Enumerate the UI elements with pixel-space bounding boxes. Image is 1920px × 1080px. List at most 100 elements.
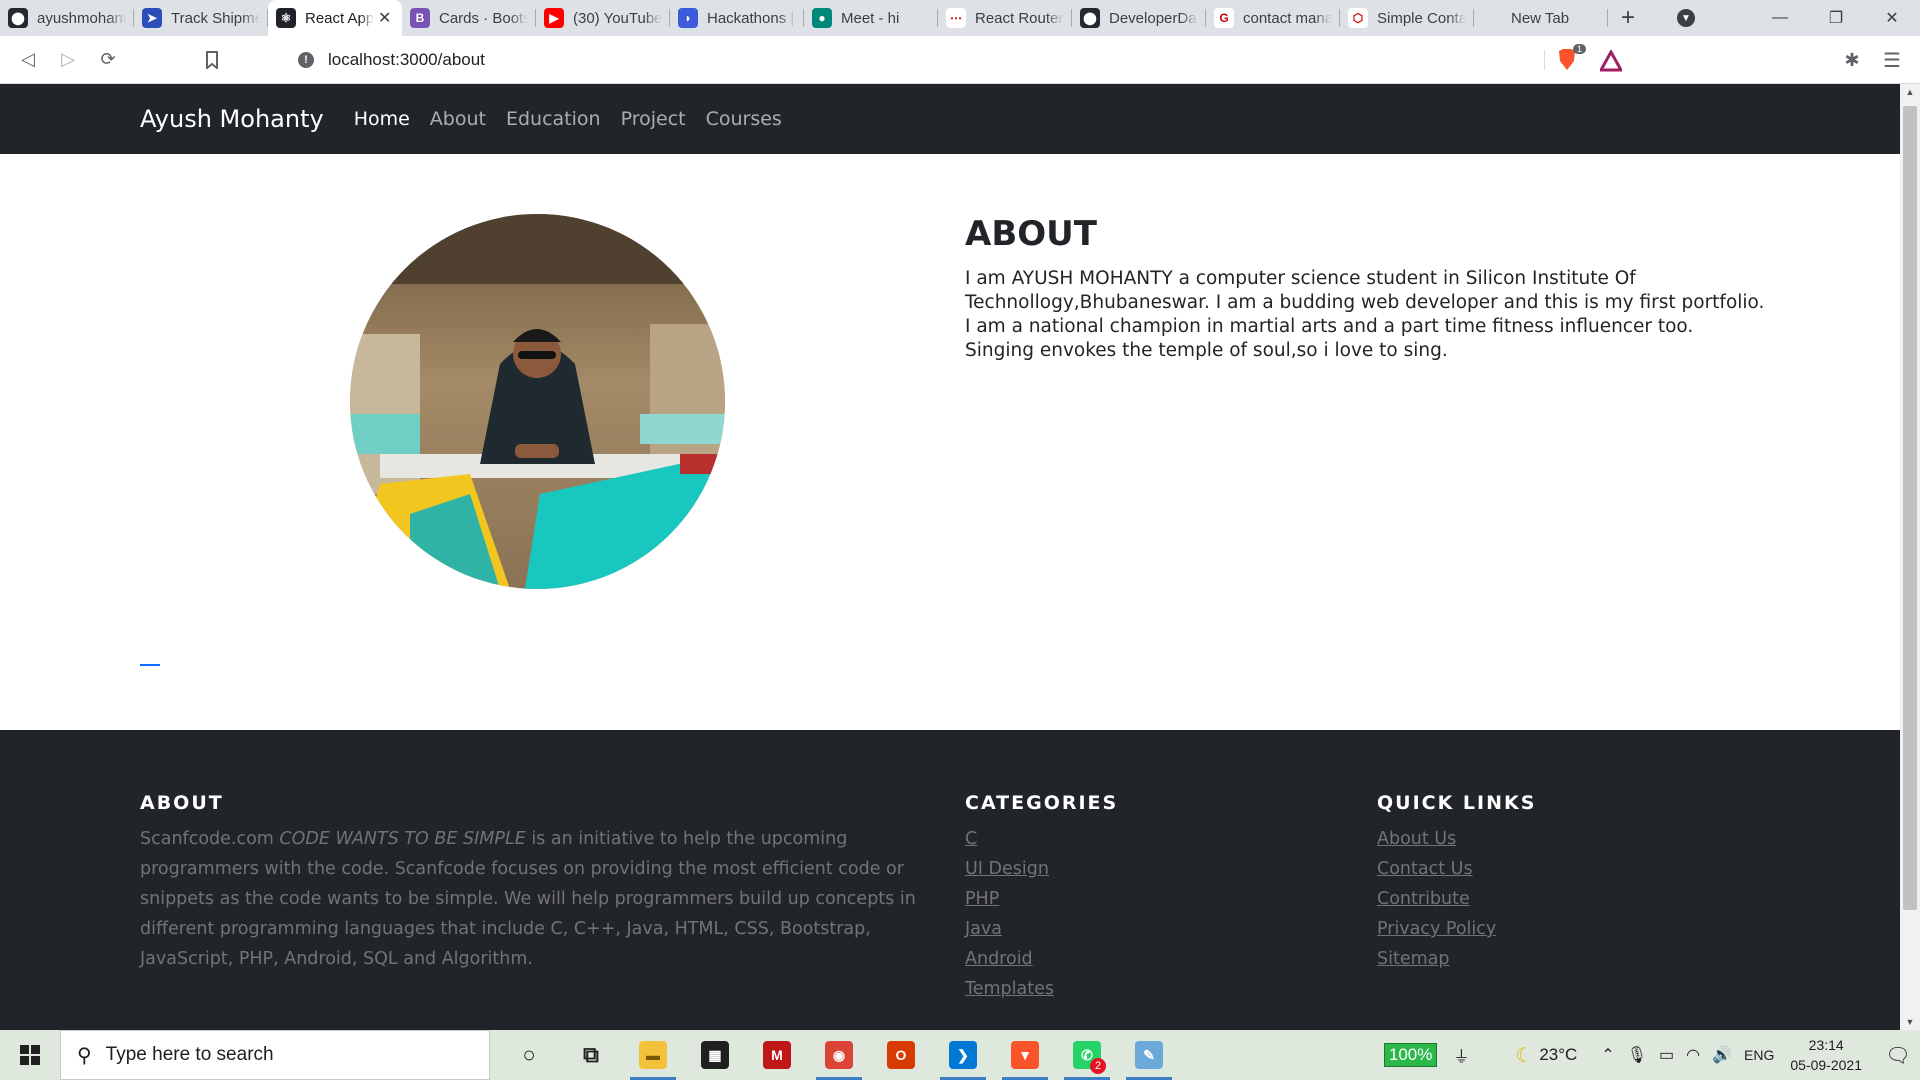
nav-link-project[interactable]: Project [621,108,686,130]
bookmark-button[interactable] [192,40,232,80]
brave-rewards-button[interactable] [1598,48,1624,72]
category-link-java[interactable]: Java [965,919,1002,939]
battery-icon[interactable]: ▭ [1659,1045,1674,1065]
microsoft-store-icon: ▦ [701,1041,729,1069]
taskbar-app-button[interactable]: ▬ [622,1030,684,1080]
taskbar-search-box[interactable]: ⚲ Type here to search [60,1030,490,1080]
footer-quicklinks-column: QUICK LINKS About Us Contact Us Contribute… [1377,792,1536,974]
browser-tab[interactable]: Gcontact mana [1206,0,1340,36]
bookmark-icon [206,50,218,69]
nav-link-home[interactable]: Home [354,108,410,130]
language-indicator[interactable]: ENG [1744,1047,1774,1063]
footer-about-column: ABOUT Scanfcode.com CODE WANTS TO BE SIM… [140,792,930,974]
footer-about-heading: ABOUT [140,792,224,814]
taskbar-app-button[interactable]: ○ [498,1030,560,1080]
close-window-button[interactable]: ✕ [1864,0,1920,36]
react-router-icon: ⋯ [946,8,966,28]
shield-count-badge: 1 [1572,44,1586,54]
scrollbar-thumb[interactable] [1903,106,1917,910]
volume-icon[interactable]: 🔊 [1712,1045,1732,1065]
nav-link-education[interactable]: Education [506,108,601,130]
browser-tab[interactable]: ⬡ Simple Conta [1340,0,1474,36]
site-info-icon[interactable]: ! [298,52,314,68]
forward-button[interactable]: ▷ [48,40,88,80]
minimize-button[interactable]: — [1752,0,1808,36]
site-footer: ABOUT Scanfcode.com CODE WANTS TO BE SIM… [0,730,1900,1030]
github-icon: ⬤ [1080,8,1100,28]
taskbar-app-button[interactable]: M [746,1030,808,1080]
scroll-up-arrow[interactable]: ▲ [1905,87,1915,97]
browser-tab[interactable]: B Cards · Bootstrap [402,0,536,36]
browser-menu-button[interactable]: ☰ [1880,48,1904,72]
microphone-icon[interactable]: 🎙 [1627,1045,1647,1065]
start-button[interactable] [0,1030,60,1080]
youtube-icon: ▶ [544,8,564,28]
quicklink-contact-us[interactable]: Contact Us [1377,859,1473,879]
vscode-icon: ❯ [949,1041,977,1069]
extensions-button[interactable]: ✱ [1840,48,1864,72]
tab-title: Cards · Bootstrap [439,9,528,27]
codepen-icon: ⬡ [1348,8,1368,28]
quicklink-privacy-policy[interactable]: Privacy Policy [1377,919,1496,939]
taskbar-app-button[interactable]: ▦ [684,1030,746,1080]
tab-title: Track Shipment [171,9,260,27]
taskbar-app-button[interactable]: ⧉ [560,1030,622,1080]
tab-title: React App [305,9,374,27]
browser-tab[interactable]: ◗ Hackathons | [670,0,804,36]
taskbar-app-button[interactable]: ✎ [1118,1030,1180,1080]
back-button[interactable]: ◁ [8,40,48,80]
reload-button[interactable]: ⟳ [88,40,128,80]
footer-quicklinks-list: About Us Contact Us Contribute Privacy Poli… [1377,824,1536,974]
brave-shields-button[interactable]: 1 [1556,44,1586,72]
tab-title: ayushmohanty [37,9,126,27]
browser-tab[interactable]: ⬤ ayushmohanty [0,0,134,36]
browser-tab[interactable]: ⋯ React Router [938,0,1072,36]
footer-about-text: Scanfcode.com CODE WANTS TO BE SIMPLE is… [140,824,930,974]
browser-tab[interactable]: New Tab [1474,0,1608,36]
url-text: localhost:3000/about [328,50,485,69]
taskbar-app-button[interactable]: ◉ [808,1030,870,1080]
nav-link-about[interactable]: About [430,108,486,130]
bootstrap-icon: B [410,8,430,28]
list-item: Privacy Policy [1377,914,1536,944]
taskbar-app-button[interactable]: ▼ [994,1030,1056,1080]
browser-tab[interactable]: ● Meet - hi [804,0,938,36]
google-icon: G [1214,8,1234,28]
browser-tab[interactable]: ⚛ React App ✕ [268,0,402,36]
quicklink-contribute[interactable]: Contribute [1377,889,1470,909]
battery-percent[interactable]: 100% [1383,1043,1438,1067]
browser-tab[interactable]: ➤ Track Shipment [134,0,268,36]
taskbar-app-button[interactable]: ❯ [932,1030,994,1080]
notification-center-button[interactable]: 🗨 [1876,1030,1920,1080]
category-link-templates[interactable]: Templates [965,979,1054,999]
scroll-down-arrow[interactable]: ▼ [1905,1017,1915,1027]
tab-title: Simple Conta [1377,9,1466,27]
category-link-ui-design[interactable]: UI Design [965,859,1049,879]
new-tab-button[interactable]: + [1608,0,1648,36]
weather-temperature[interactable]: 23°C [1539,1045,1577,1065]
site-brand[interactable]: Ayush Mohanty [140,105,324,133]
taskbar-app-button[interactable]: ✆ 2 [1056,1030,1118,1080]
weather-moon-icon[interactable]: ☾ [1515,1043,1533,1068]
react-icon: ⚛ [276,8,296,28]
close-tab-icon[interactable]: ✕ [378,8,394,28]
quicklink-sitemap[interactable]: Sitemap [1377,949,1449,969]
tab-search-button[interactable]: ▼ [1666,0,1706,36]
category-link-android[interactable]: Android [965,949,1033,969]
page-scrollbar[interactable]: ▲ ▼ [1900,84,1920,1030]
quicklink-about-us[interactable]: About Us [1377,829,1456,849]
taskbar-app-button[interactable]: O [870,1030,932,1080]
page-viewport: Ayush Mohanty Home About Education Project C… [0,84,1900,1030]
footer-about-rest: is an initiative to help the upcoming pr… [140,829,916,969]
browser-tab[interactable]: ▶ (30) YouTube [536,0,670,36]
browser-tab[interactable]: ⬤ DeveloperDa [1072,0,1206,36]
system-tray: 100% ⏚ ☾ 23°C ⌃ 🎙 ▭ ◠ 🔊 ENG 23:14 05-09-… [1383,1030,1920,1080]
wifi-icon[interactable]: ◠ [1686,1045,1700,1065]
category-link-c[interactable]: C [965,829,977,849]
category-link-php[interactable]: PHP [965,889,999,909]
address-bar[interactable]: ! localhost:3000/about [286,42,1636,78]
nav-link-courses[interactable]: Courses [706,108,782,130]
restore-button[interactable]: ❐ [1808,0,1864,36]
chevron-up-icon[interactable]: ⌃ [1601,1045,1614,1065]
taskbar-clock[interactable]: 23:14 05-09-2021 [1790,1035,1862,1075]
